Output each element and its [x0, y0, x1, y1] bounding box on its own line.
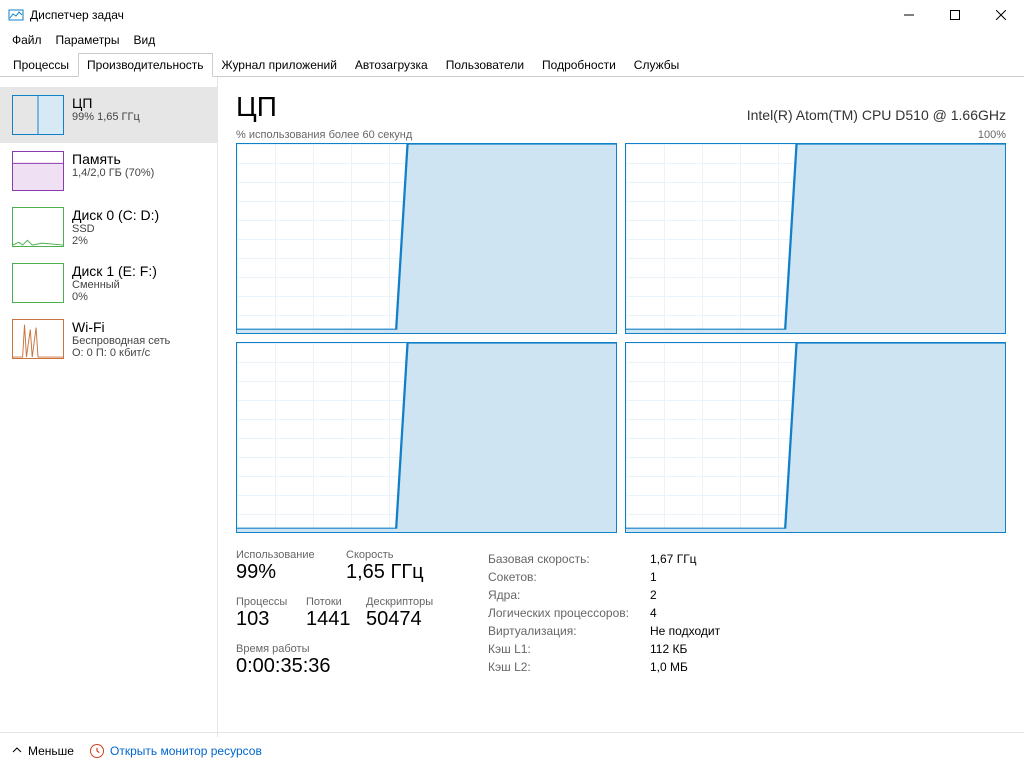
disk1-thumb-icon	[12, 263, 64, 303]
bottombar: Меньше Открыть монитор ресурсов	[0, 732, 1024, 768]
page-title: ЦП	[236, 91, 277, 123]
resource-monitor-label: Открыть монитор ресурсов	[110, 744, 262, 758]
titlebar: Диспетчер задач	[0, 0, 1024, 30]
sidebar-disk0-sub1: SSD	[72, 223, 159, 235]
cpu-graph-lp2	[236, 342, 617, 533]
graph-caption-right: 100%	[978, 129, 1006, 141]
chevron-up-icon	[12, 744, 22, 758]
log-v: 4	[650, 605, 720, 621]
content: ЦП 99% 1,65 ГГц Память 1,4/2,0 ГБ (70%) …	[0, 77, 1024, 737]
sidebar-wifi-sub2: О: 0 П: 0 кбит/с	[72, 347, 170, 359]
menu-view[interactable]: Вид	[127, 31, 161, 49]
menu-file[interactable]: Файл	[6, 31, 48, 49]
memory-thumb-icon	[12, 151, 64, 191]
uptime-label: Время работы	[236, 643, 456, 655]
tab-details[interactable]: Подробности	[533, 53, 625, 77]
log-l: Логических процессоров:	[488, 605, 648, 621]
virt-l: Виртуализация:	[488, 623, 648, 639]
sidebar-item-cpu[interactable]: ЦП 99% 1,65 ГГц	[0, 87, 217, 143]
l1-l: Кэш L1:	[488, 641, 648, 657]
sidebar-disk1-sub1: Сменный	[72, 279, 157, 291]
close-button[interactable]	[978, 0, 1024, 30]
cpu-graph-lp3	[625, 342, 1006, 533]
maximize-button[interactable]	[932, 0, 978, 30]
cpu-model-name: Intel(R) Atom(TM) CPU D510 @ 1.66GHz	[747, 107, 1006, 123]
app-icon	[8, 7, 24, 23]
tab-startup[interactable]: Автозагрузка	[346, 53, 437, 77]
disk0-thumb-icon	[12, 207, 64, 247]
sidebar-cpu-title: ЦП	[72, 95, 140, 111]
proc-label: Процессы	[236, 596, 306, 608]
cpu-graph-lp1	[625, 143, 1006, 334]
core-v: 2	[650, 587, 720, 603]
sidebar-disk0-sub2: 2%	[72, 235, 159, 247]
tab-services[interactable]: Службы	[625, 53, 688, 77]
stats-left: Использование 99% Скорость 1,65 ГГц Проц…	[236, 549, 456, 690]
thr-value: 1441	[306, 608, 366, 631]
sidebar-item-disk0[interactable]: Диск 0 (C: D:) SSD 2%	[0, 199, 217, 255]
core-l: Ядра:	[488, 587, 648, 603]
sidebar-item-wifi[interactable]: Wi-Fi Беспроводная сеть О: 0 П: 0 кбит/с	[0, 311, 217, 367]
menubar: Файл Параметры Вид	[0, 30, 1024, 50]
l1-v: 112 КБ	[650, 641, 720, 657]
virt-v: Не подходит	[650, 623, 720, 639]
menu-options[interactable]: Параметры	[50, 31, 126, 49]
hnd-label: Дескрипторы	[366, 596, 456, 608]
stats-right: Базовая скорость:1,67 ГГц Сокетов:1 Ядра…	[486, 549, 722, 690]
hnd-value: 50474	[366, 608, 456, 631]
sock-l: Сокетов:	[488, 569, 648, 585]
cpu-graph-lp0	[236, 143, 617, 334]
sidebar-disk0-title: Диск 0 (C: D:)	[72, 207, 159, 223]
sidebar-disk1-title: Диск 1 (E: F:)	[72, 263, 157, 279]
sidebar-wifi-sub1: Беспроводная сеть	[72, 335, 170, 347]
fewer-details-button[interactable]: Меньше	[12, 744, 74, 758]
fewer-label: Меньше	[28, 744, 74, 758]
tab-processes[interactable]: Процессы	[4, 53, 78, 77]
minimize-button[interactable]	[886, 0, 932, 30]
uptime-value: 0:00:35:36	[236, 655, 456, 678]
tab-app-history[interactable]: Журнал приложений	[213, 53, 346, 77]
proc-value: 103	[236, 608, 306, 631]
window-title: Диспетчер задач	[30, 8, 124, 22]
base-l: Базовая скорость:	[488, 551, 648, 567]
cpu-thumb-icon	[12, 95, 64, 135]
speed-value: 1,65 ГГц	[346, 561, 456, 584]
sidebar-mem-sub: 1,4/2,0 ГБ (70%)	[72, 167, 154, 179]
sidebar-wifi-title: Wi-Fi	[72, 319, 170, 335]
util-label: Использование	[236, 549, 346, 561]
sidebar-item-memory[interactable]: Память 1,4/2,0 ГБ (70%)	[0, 143, 217, 199]
tab-users[interactable]: Пользователи	[437, 53, 533, 77]
sidebar-cpu-sub: 99% 1,65 ГГц	[72, 111, 140, 123]
sock-v: 1	[650, 569, 720, 585]
base-v: 1,67 ГГц	[650, 551, 720, 567]
graph-caption-left: % использования более 60 секунд	[236, 129, 412, 141]
sidebar-item-disk1[interactable]: Диск 1 (E: F:) Сменный 0%	[0, 255, 217, 311]
l2-l: Кэш L2:	[488, 659, 648, 675]
sidebar: ЦП 99% 1,65 ГГц Память 1,4/2,0 ГБ (70%) …	[0, 77, 218, 737]
speed-label: Скорость	[346, 549, 456, 561]
l2-v: 1,0 МБ	[650, 659, 720, 675]
thr-label: Потоки	[306, 596, 366, 608]
tab-performance[interactable]: Производительность	[78, 53, 212, 77]
cpu-graphs	[236, 143, 1006, 533]
sidebar-disk1-sub2: 0%	[72, 291, 157, 303]
main-panel: ЦП Intel(R) Atom(TM) CPU D510 @ 1.66GHz …	[218, 77, 1024, 737]
tabbar: Процессы Производительность Журнал прило…	[0, 52, 1024, 77]
resource-monitor-icon	[90, 744, 104, 758]
util-value: 99%	[236, 561, 346, 584]
open-resource-monitor-link[interactable]: Открыть монитор ресурсов	[90, 744, 262, 758]
sidebar-mem-title: Память	[72, 151, 154, 167]
wifi-thumb-icon	[12, 319, 64, 359]
